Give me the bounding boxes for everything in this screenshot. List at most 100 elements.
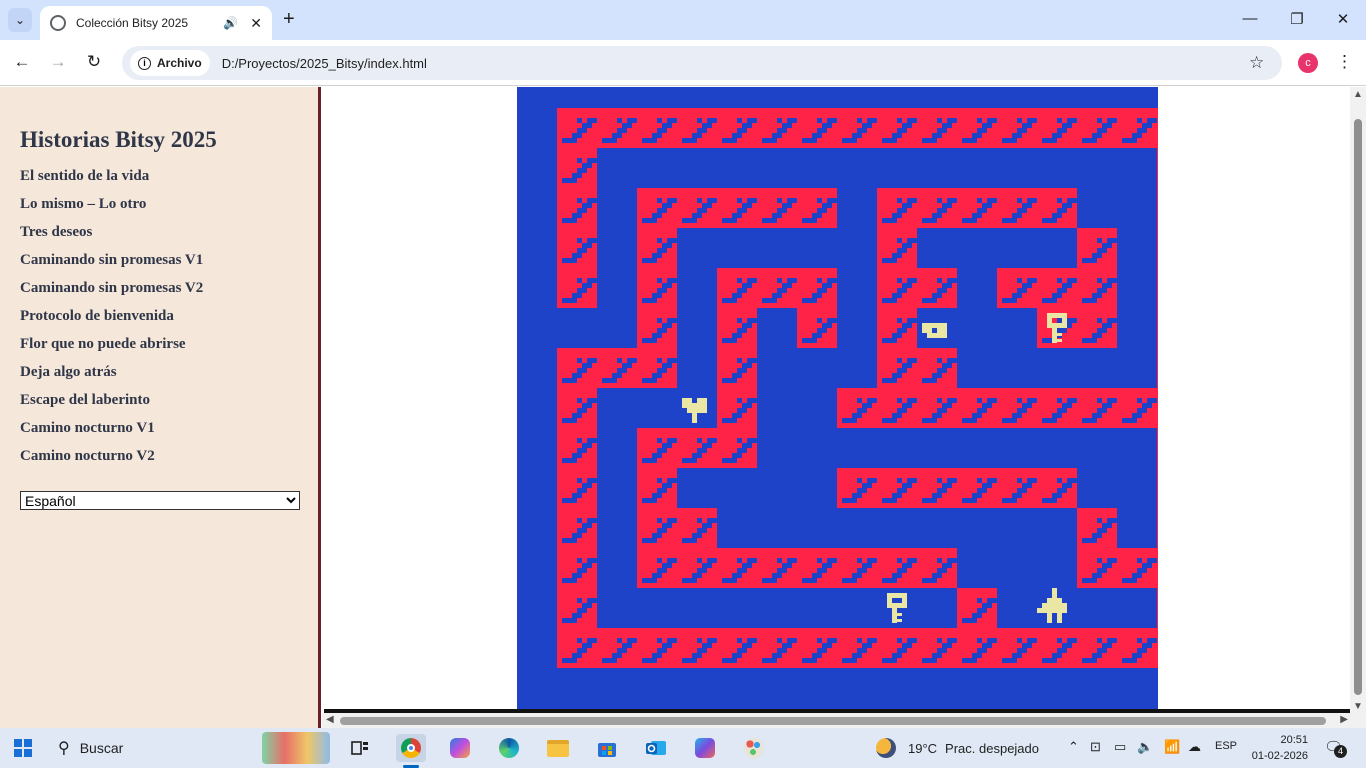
reload-button[interactable]: ↻	[83, 52, 105, 72]
story-link[interactable]: Protocolo de bienvenida	[20, 307, 298, 335]
browser-tab[interactable]: Colección Bitsy 2025 🔊 ✕	[40, 6, 272, 40]
maze-wall-tile	[557, 428, 597, 468]
story-link[interactable]: Camino nocturno V1	[20, 419, 298, 447]
scroll-up-icon[interactable]: ▲	[1353, 89, 1363, 100]
story-link[interactable]: Lo mismo – Lo otro	[20, 195, 298, 223]
maze-wall-tile	[557, 628, 597, 668]
chrome-icon[interactable]	[396, 734, 426, 762]
close-tab-icon[interactable]: ✕	[250, 15, 262, 32]
edge-icon[interactable]	[494, 734, 524, 762]
meet-icon[interactable]: ▭	[1114, 739, 1126, 755]
maze-wall-tile	[717, 188, 757, 228]
maze-wall-tile	[837, 108, 877, 148]
back-button[interactable]: ←	[11, 52, 33, 72]
story-link[interactable]: Tres deseos	[20, 223, 298, 251]
maze-wall-tile	[957, 388, 997, 428]
maze-wall-tile	[637, 348, 677, 388]
maze-wall-tile	[877, 228, 917, 268]
maze-wall-tile	[1077, 228, 1117, 268]
story-link[interactable]: Camino nocturno V2	[20, 447, 298, 475]
profile-avatar[interactable]: c	[1298, 53, 1318, 73]
maze-wall-tile	[1157, 508, 1197, 548]
copilot-icon[interactable]	[445, 734, 475, 762]
maze-wall-tile	[677, 548, 717, 588]
maze-svg	[557, 108, 1197, 668]
site-info-chip[interactable]: i Archivo	[130, 50, 210, 76]
search-icon: ⚲	[58, 740, 70, 757]
scroll-left-icon[interactable]: ◀	[326, 714, 334, 725]
new-tab-button[interactable]: +	[283, 9, 295, 29]
story-link[interactable]: El sentido de la vida	[20, 167, 298, 195]
page-title: Historias Bitsy 2025	[20, 127, 217, 152]
maze-wall-tile	[757, 188, 797, 228]
maze-wall-tile	[557, 108, 597, 148]
horizontal-scrollbar[interactable]: ◀ ▶	[322, 713, 1352, 728]
maze-wall-tile	[637, 508, 677, 548]
scroll-down-icon[interactable]: ▼	[1353, 701, 1363, 712]
minimize-button[interactable]: —	[1240, 10, 1260, 27]
close-window-button[interactable]: ✕	[1333, 10, 1353, 28]
story-list: El sentido de la vida Lo mismo – Lo otro…	[20, 167, 298, 475]
input-language[interactable]: ESP	[1215, 740, 1237, 752]
info-icon: i	[138, 56, 151, 70]
windows-start-icon[interactable]	[14, 739, 32, 757]
vertical-scrollbar[interactable]: ▲ ▼	[1350, 87, 1366, 728]
restore-button[interactable]: ❐	[1287, 10, 1307, 28]
story-link[interactable]: Escape del laberinto	[20, 391, 298, 419]
game-area	[324, 87, 1350, 709]
maze-wall-tile	[837, 548, 877, 588]
wifi-icon[interactable]: 📶	[1164, 739, 1180, 755]
notification-center-icon[interactable]: 🗨 4	[1324, 738, 1347, 758]
paint-icon[interactable]	[739, 734, 769, 762]
maze-wall-tile	[637, 188, 677, 228]
weather-widget[interactable]: 19°C Prac. despejado	[876, 734, 1039, 762]
maze-wall-tile	[637, 308, 677, 348]
language-select[interactable]: Español	[20, 491, 300, 510]
maze-wall-tile	[597, 348, 637, 388]
maze-wall-tile	[717, 388, 757, 428]
maze-wall-tile	[597, 628, 637, 668]
scroll-right-icon[interactable]: ▶	[1340, 714, 1348, 725]
maze-wall-tile	[637, 468, 677, 508]
maze-wall-tile	[917, 348, 957, 388]
maze-wall-tile	[917, 268, 957, 308]
maze-wall-tile	[637, 548, 677, 588]
speaker-icon[interactable]: 🔊	[223, 16, 238, 30]
bookmark-star-icon[interactable]: ☆	[1249, 53, 1264, 73]
task-view-icon[interactable]	[345, 734, 375, 762]
chevron-down-icon: ⌄	[14, 13, 26, 27]
maze-wall-tile	[997, 108, 1037, 148]
maze-wall-tile	[637, 268, 677, 308]
site-info-label: Archivo	[157, 56, 202, 70]
vertical-scroll-thumb[interactable]	[1354, 119, 1362, 695]
maze-wall-tile	[957, 188, 997, 228]
maze-wall-tile	[797, 548, 837, 588]
url-text[interactable]: D:/Proyectos/2025_Bitsy/index.html	[222, 56, 427, 71]
forward-button[interactable]: →	[47, 52, 69, 72]
outlook-icon[interactable]	[641, 734, 671, 762]
search-highlight-image[interactable]	[262, 732, 330, 764]
maze-wall-tile	[557, 148, 597, 188]
m365-icon[interactable]	[690, 734, 720, 762]
story-link[interactable]: Caminando sin promesas V1	[20, 251, 298, 279]
volume-icon[interactable]: 🔈	[1137, 739, 1153, 755]
taskbar-search[interactable]: ⚲ Buscar	[58, 734, 258, 762]
maze-wall-tile	[797, 188, 837, 228]
story-link[interactable]: Caminando sin promesas V2	[20, 279, 298, 307]
address-bar[interactable]: i Archivo D:/Proyectos/2025_Bitsy/index.…	[122, 46, 1282, 80]
microsoft-store-icon[interactable]	[592, 734, 622, 762]
file-explorer-icon[interactable]	[543, 734, 573, 762]
story-link[interactable]: Deja algo atrás	[20, 363, 298, 391]
maze-wall-tile	[1117, 108, 1157, 148]
network-icon[interactable]: ⊡	[1090, 739, 1101, 755]
tab-search-button[interactable]: ⌄	[8, 8, 32, 32]
horizontal-scroll-thumb[interactable]	[340, 717, 1326, 725]
taskbar: ⚲ Buscar 19°C Prac. despejado ⌃ ⊡ ▭ 🔈 📶 …	[0, 728, 1366, 768]
system-clock[interactable]: 20:51 01-02-2026	[1248, 732, 1308, 764]
story-link[interactable]: Flor que no puede abrirse	[20, 335, 298, 363]
kebab-menu-icon[interactable]: ⋮	[1336, 52, 1353, 72]
bitsy-game-canvas[interactable]	[517, 87, 1197, 709]
cloud-icon[interactable]: ☁	[1188, 739, 1201, 755]
maze-wall-tile	[917, 388, 957, 428]
chevron-up-icon[interactable]: ⌃	[1068, 739, 1079, 755]
